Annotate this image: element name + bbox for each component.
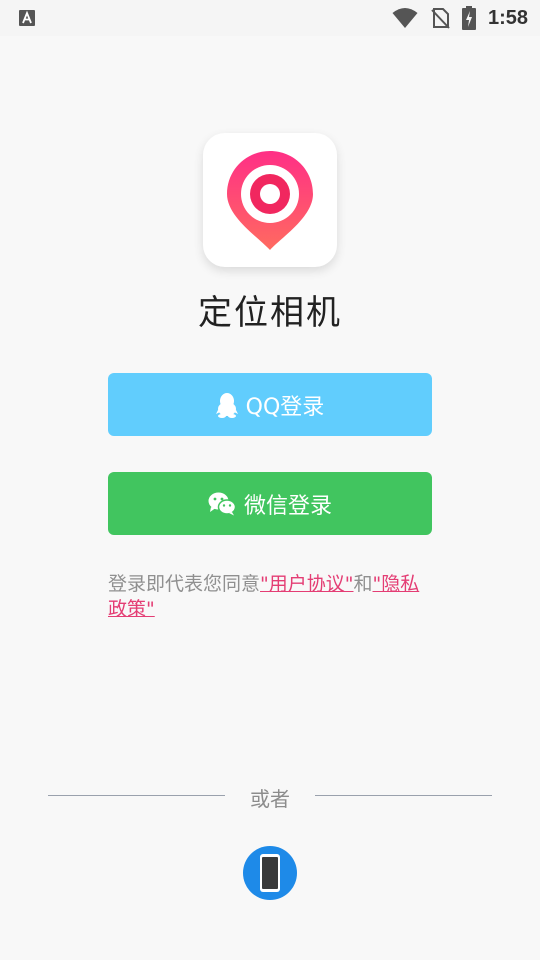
divider-right [315, 795, 492, 796]
a-notification-icon [19, 10, 35, 26]
app-icon [203, 133, 337, 267]
no-sim-icon [431, 8, 450, 29]
wechat-login-button[interactable]: 微信登录 [108, 472, 432, 535]
battery-charging-icon [461, 6, 476, 30]
status-icons: 1:58 [392, 5, 528, 31]
qq-login-label: QQ登录 [245, 394, 325, 420]
phone-login-button[interactable] [243, 846, 297, 900]
location-pin-icon [227, 151, 313, 250]
status-bar: 1:58 [0, 0, 540, 36]
divider-label: 或者 [250, 787, 290, 811]
agreement-text: 登录即代表您同意"用户协议"和"隐私政策" [108, 572, 438, 622]
wechat-icon [208, 492, 236, 515]
agreement-prefix: 登录即代表您同意 [108, 573, 261, 595]
agreement-and: 和 [353, 573, 373, 595]
qq-login-button[interactable]: QQ登录 [108, 373, 432, 436]
wechat-login-label: 微信登录 [243, 493, 332, 519]
qq-penguin-icon [215, 392, 238, 418]
phone-icon [260, 854, 280, 892]
app-title: 定位相机 [198, 293, 342, 333]
user-agreement-link[interactable]: "用户协议" [260, 573, 353, 595]
status-time: 1:58 [487, 6, 528, 29]
wifi-icon [392, 8, 418, 28]
